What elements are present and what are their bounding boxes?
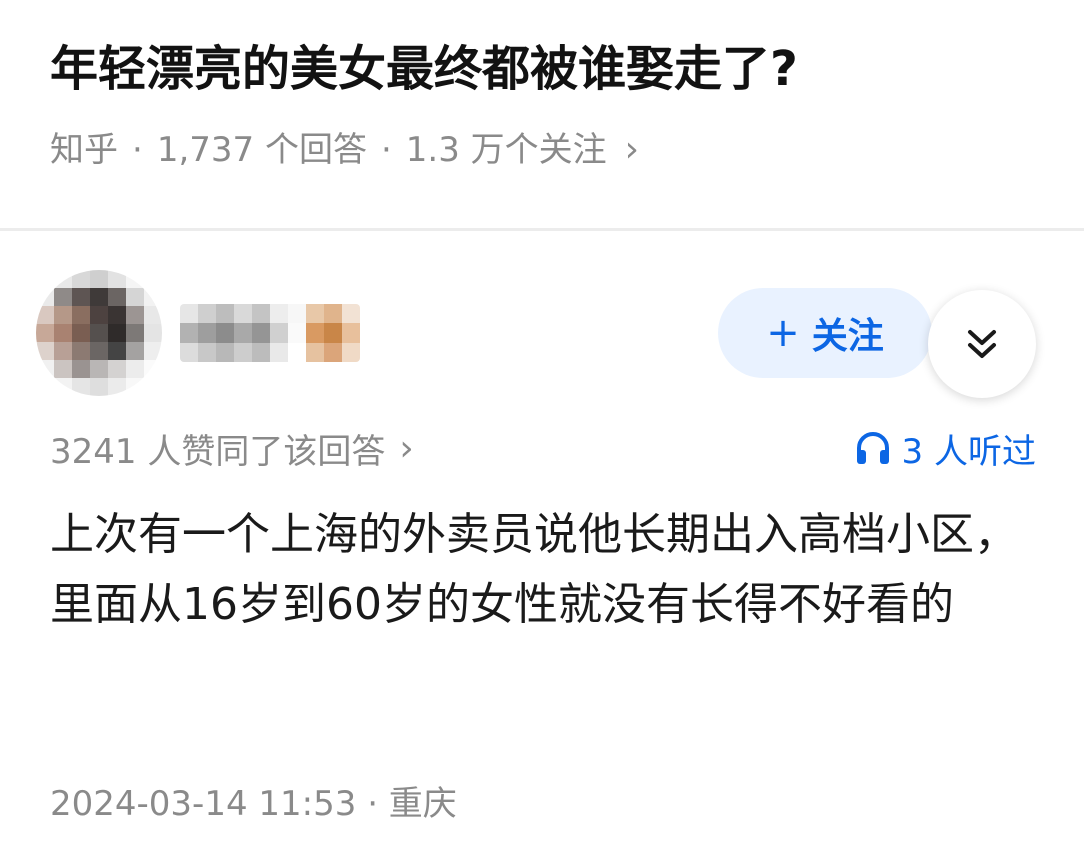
upvotes-link[interactable]: 3241 人赞同了该回答 › (50, 424, 414, 473)
answer-timestamp: 2024-03-14 11:53 · 重庆 (50, 784, 457, 824)
answer-page: 年轻漂亮的美女最终都被谁娶走了? 知乎 · 1,737 个回答 · 1.3 万个… (0, 0, 1084, 865)
answer-body[interactable]: 上次有一个上海的外卖员说他长期出入高档小区，里面从16岁到60岁的女性就没有长得… (50, 500, 1040, 640)
chevron-right-icon: › (399, 427, 414, 469)
question-title[interactable]: 年轻漂亮的美女最终都被谁娶走了? (50, 34, 1050, 104)
chevron-right-icon: › (624, 129, 640, 170)
upvotes-count: 3241 人赞同了该回答 (50, 431, 386, 472)
plus-icon: + (766, 310, 800, 356)
answers-count: 1,737 个回答 (156, 130, 367, 170)
author-name[interactable] (180, 304, 360, 362)
meta-separator: · (132, 130, 143, 170)
avatar[interactable] (36, 270, 162, 396)
headphones-icon (856, 432, 889, 464)
expand-button[interactable] (928, 290, 1036, 398)
listen-button[interactable]: 3 人听过 (854, 424, 1036, 473)
section-divider (0, 228, 1084, 231)
source-label: 知乎 (50, 130, 118, 170)
double-chevron-down-icon (968, 330, 996, 358)
author-row: + 关注 (0, 262, 1084, 402)
meta-separator: · (380, 130, 392, 170)
followers-count: 1.3 万个关注 (405, 130, 607, 170)
listeners-count: 3 人听过 (901, 431, 1036, 472)
follow-label: 关注 (811, 316, 884, 357)
answer-stats: 3241 人赞同了该回答 › 3 人听过 (50, 422, 1036, 474)
follow-button[interactable]: + 关注 (718, 288, 932, 378)
question-meta[interactable]: 知乎 · 1,737 个回答 · 1.3 万个关注 › (50, 124, 639, 176)
